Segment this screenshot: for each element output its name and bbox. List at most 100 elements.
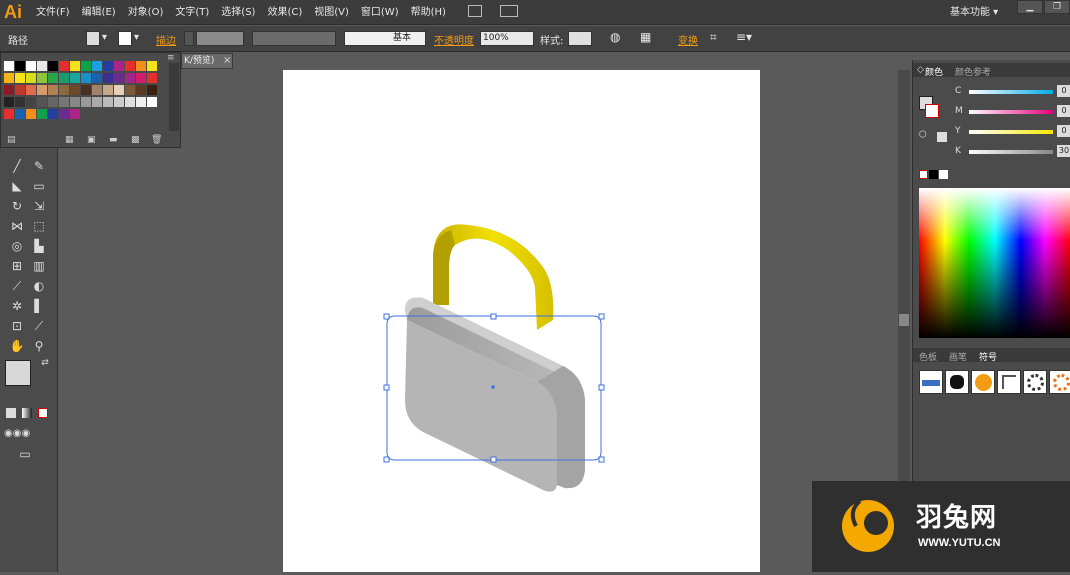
minimize-icon[interactable]: ▁ [1017, 0, 1043, 14]
swatch-chip[interactable] [59, 73, 69, 83]
swatch-chip[interactable] [4, 97, 14, 107]
width-tool-icon[interactable]: ⋈ [8, 218, 26, 234]
scroll-thumb[interactable] [899, 314, 909, 326]
swatch-chip[interactable] [4, 109, 14, 119]
white-color-swatch[interactable] [939, 170, 948, 179]
swatch-chip[interactable] [70, 73, 80, 83]
variable-width-profile[interactable] [252, 31, 336, 46]
channel-m-value[interactable]: 0 [1057, 105, 1070, 117]
free-transform-tool-icon[interactable]: ⬚ [30, 218, 48, 234]
opacity-field[interactable]: 100% [480, 31, 534, 46]
last-color-swatch[interactable] [937, 132, 947, 142]
swatch-chip[interactable] [59, 97, 69, 107]
symbol-blue-banner[interactable] [919, 370, 943, 394]
swatch-chip[interactable] [15, 85, 25, 95]
brush-definition-select[interactable]: 基本 [344, 31, 426, 46]
swatch-chip[interactable] [125, 97, 135, 107]
lock-artwork[interactable] [283, 70, 760, 572]
rotate-tool-icon[interactable]: ↻ [8, 198, 26, 214]
swatch-chip[interactable] [147, 97, 157, 107]
swatch-scrollbar[interactable] [169, 63, 179, 131]
channel-k-slider[interactable] [969, 150, 1053, 154]
swatch-chip[interactable] [26, 61, 36, 71]
swatch-chip[interactable] [81, 73, 91, 83]
menu-help[interactable]: 帮助(H) [405, 0, 452, 25]
swatch-chip[interactable] [125, 85, 135, 95]
slice-tool-icon[interactable]: ⟋ [30, 318, 48, 334]
show-kinds-icon[interactable]: ▦ [65, 135, 74, 145]
swatch-chip[interactable] [136, 61, 146, 71]
swatch-chip[interactable] [81, 61, 91, 71]
stroke-weight-field[interactable] [196, 31, 244, 46]
swatch-chip[interactable] [4, 61, 14, 71]
swatch-chip[interactable] [125, 61, 135, 71]
swatch-chip[interactable] [92, 73, 102, 83]
swatch-chip[interactable] [136, 97, 146, 107]
swatch-chip[interactable] [70, 61, 80, 71]
swatch-chip[interactable] [15, 109, 25, 119]
eraser-tool-icon[interactable]: ▭ [30, 178, 48, 194]
stroke-swatch[interactable] [118, 31, 132, 46]
swatch-chip[interactable] [114, 73, 124, 83]
swatch-chip[interactable] [70, 109, 80, 119]
menu-effect[interactable]: 效果(C) [261, 0, 308, 25]
swatch-chip[interactable] [26, 97, 36, 107]
swatch-chip[interactable] [92, 85, 102, 95]
panel-menu-icon[interactable]: ≡▾ [736, 30, 752, 44]
swatch-chip[interactable] [147, 73, 157, 83]
align-grid-icon[interactable]: ▦ [640, 30, 651, 44]
swatch-chip[interactable] [4, 73, 14, 83]
swatch-chip[interactable] [48, 61, 58, 71]
swatch-library-icon[interactable]: ▤ [7, 135, 16, 145]
swatch-chip[interactable] [37, 109, 47, 119]
panel-menu-icon[interactable]: ≡ [167, 53, 175, 63]
symbol-flower-ring[interactable] [1023, 370, 1047, 394]
tab-color[interactable]: 颜色 [925, 65, 943, 78]
swatch-chip[interactable] [114, 97, 124, 107]
menu-object[interactable]: 对象(O) [122, 0, 170, 25]
swatch-chip[interactable] [70, 85, 80, 95]
swatch-chip[interactable] [103, 97, 113, 107]
tab-color-guide[interactable]: 颜色参考 [955, 65, 991, 78]
panel-stroke-swatch[interactable] [925, 104, 939, 118]
blend-tool-icon[interactable]: ◐ [30, 278, 48, 294]
gradient-tool-icon[interactable]: ▥ [30, 258, 48, 274]
tab-swatches[interactable]: 色板 [919, 350, 937, 363]
bridge-icon[interactable] [468, 5, 482, 17]
shape-builder-tool-icon[interactable]: ◎ [8, 238, 26, 254]
swatch-chip[interactable] [136, 85, 146, 95]
swatch-chip[interactable] [136, 73, 146, 83]
symbol-corner-frame[interactable] [997, 370, 1021, 394]
menu-window[interactable]: 窗口(W) [355, 0, 405, 25]
new-group-icon[interactable]: ▬ [109, 135, 118, 145]
arrange-documents-icon[interactable] [500, 5, 518, 17]
swatch-options-icon[interactable]: ▣ [87, 135, 96, 145]
transform-link[interactable]: 变换 [678, 32, 698, 47]
swatch-chip[interactable] [15, 73, 25, 83]
channel-y-slider[interactable] [969, 130, 1053, 134]
paintbrush-tool-icon[interactable]: ╱ [8, 158, 26, 174]
delete-swatch-icon[interactable]: 🗑 [151, 135, 162, 145]
eyedropper-tool-icon[interactable]: ⟋ [8, 278, 26, 294]
zoom-tool-icon[interactable]: ⚲ [30, 338, 48, 354]
swap-colors-icon[interactable]: ⇄ [36, 355, 54, 371]
black-color-swatch[interactable] [929, 170, 938, 179]
draw-mode-icon[interactable]: ◉◉◉ [4, 426, 30, 442]
gradient-mode-icon[interactable] [22, 408, 32, 418]
swatch-chip[interactable] [59, 109, 69, 119]
swatch-chip[interactable] [114, 61, 124, 71]
stroke-dropdown-icon[interactable]: ▾ [134, 32, 139, 43]
fill-swatch[interactable] [86, 31, 100, 46]
stroke-weight-stepper[interactable] [184, 31, 194, 46]
recolor-icon[interactable]: ◍ [610, 30, 620, 44]
channel-k-value[interactable]: 30 [1057, 145, 1070, 157]
mesh-tool-icon[interactable]: ⊞ [8, 258, 26, 274]
swatch-chip[interactable] [147, 85, 157, 95]
symbol-sprayer-tool-icon[interactable]: ✲ [8, 298, 26, 314]
perspective-grid-tool-icon[interactable]: ▙ [30, 238, 48, 254]
workspace-switcher[interactable]: 基本功能 ▾ [950, 0, 998, 25]
swatch-chip[interactable] [59, 61, 69, 71]
menu-file[interactable]: 文件(F) [30, 0, 76, 25]
artboard-tool-icon[interactable]: ⊡ [8, 318, 26, 334]
symbol-orange-flower[interactable] [1049, 370, 1070, 394]
